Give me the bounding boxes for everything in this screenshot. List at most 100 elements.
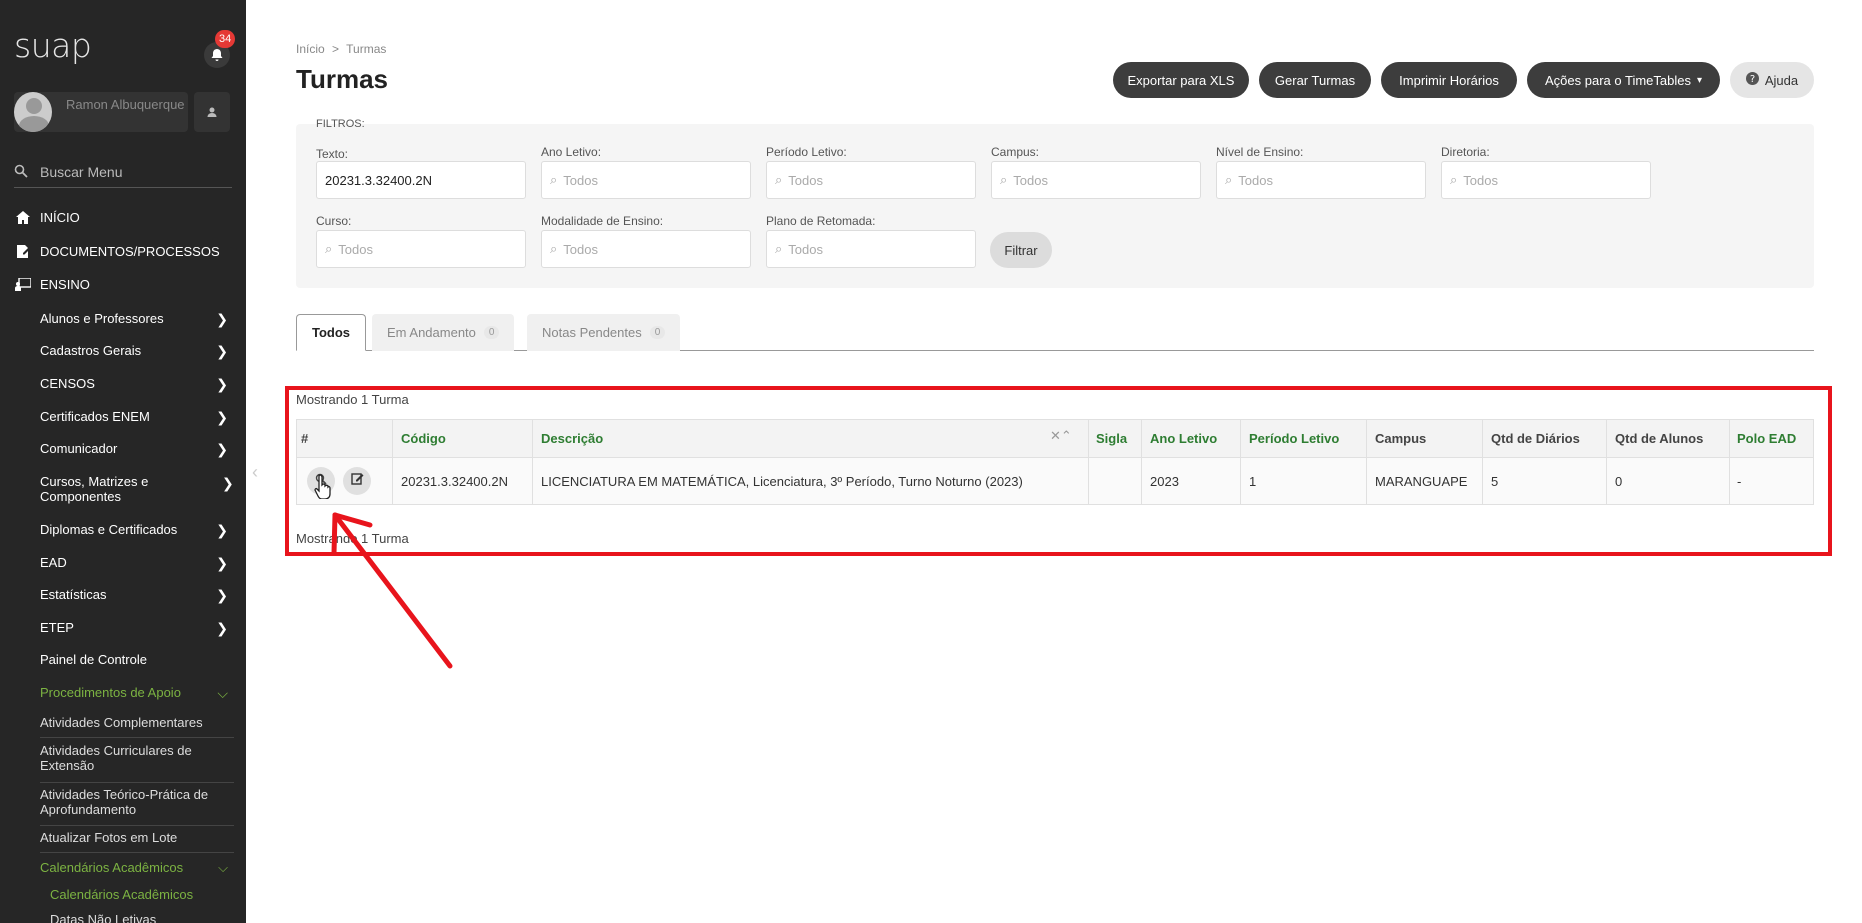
search-icon: ⌕ (775, 172, 783, 187)
curso-select[interactable]: ⌕ Todos (316, 230, 526, 268)
search-placeholder: Buscar Menu (40, 164, 123, 180)
sidebar-item-label: Diplomas e Certificados (40, 522, 178, 537)
chevron-right-icon: ❯ (216, 441, 228, 457)
chevron-down-icon: ⌵ (217, 685, 228, 701)
sidebar-item-label: Painel de Controle (40, 652, 147, 667)
campus-select[interactable]: ⌕ Todos (991, 161, 1201, 199)
curso-label: Curso: (316, 214, 352, 228)
plano-retomada-select[interactable]: ⌕ Todos (766, 230, 976, 268)
search-icon: ⌕ (550, 241, 558, 256)
sidebar-item-label: Cursos, Matrizes e Componentes (40, 474, 149, 504)
sidebar-item-comunicador[interactable]: Comunicador ❯ (40, 441, 234, 457)
menu-search-input[interactable]: Buscar Menu (14, 160, 232, 188)
gerar-turmas-button[interactable]: Gerar Turmas (1259, 62, 1371, 98)
user-icon[interactable] (194, 92, 230, 132)
acoes-timetables-label: Ações para o TimeTables (1545, 72, 1691, 88)
sidebar-item-label: Comunicador (40, 441, 118, 456)
acoes-timetables-button[interactable]: Ações para o TimeTables ▾ (1527, 62, 1720, 98)
question-icon: ? (1745, 72, 1759, 88)
page-title: Turmas (296, 64, 388, 94)
highlight-box (285, 386, 1832, 556)
periodo-letivo-select[interactable]: ⌕ Todos (766, 161, 976, 199)
tab-count: 0 (649, 326, 666, 339)
ano-letivo-select[interactable]: ⌕ Todos (541, 161, 751, 199)
sidebar-item-label: Cadastros Gerais (40, 343, 142, 358)
texto-value: 20231.3.32400.2N (325, 172, 432, 188)
modalidade-label: Modalidade de Ensino: (541, 214, 664, 228)
help-button[interactable]: ? Ajuda (1730, 62, 1814, 98)
tab-label: Todos (312, 325, 351, 340)
diretoria-select[interactable]: ⌕ Todos (1441, 161, 1651, 199)
nav-inicio[interactable]: INÍCIO (14, 210, 80, 225)
collapse-sidebar-icon[interactable]: ‹ (252, 462, 258, 483)
sidebar: suap 34 Ramon Albuquerque Buscar Menu IN… (0, 0, 246, 923)
chevron-right-icon: ❯ (216, 522, 228, 538)
sidebar-item-certificados-enem[interactable]: Certificados ENEM ❯ (40, 409, 234, 425)
breadcrumb-separator: > (332, 42, 340, 56)
nav-ensino-label: ENSINO (40, 277, 90, 292)
breadcrumb-home[interactable]: Início (296, 42, 325, 56)
sidebar-item-painel[interactable]: Painel de Controle (40, 652, 234, 667)
sidebar-item-censos[interactable]: CENSOS ❯ (40, 376, 234, 392)
tab-notas-pendentes[interactable]: Notas Pendentes 0 (527, 314, 681, 351)
sidebar-item-ead[interactable]: EAD ❯ (40, 555, 234, 571)
sidebar-item-label: Alunos e Professores (40, 311, 164, 326)
tab-todos[interactable]: Todos (296, 314, 367, 351)
sidebar-item-label: Procedimentos de Apoio (40, 685, 181, 700)
sidebar-item-procedimentos[interactable]: Procedimentos de Apoio ⌵ (40, 685, 234, 701)
texto-label: Texto: (316, 147, 349, 161)
user-name: Ramon Albuquerque (66, 97, 185, 112)
modalidade-select[interactable]: ⌕ Todos (541, 230, 751, 268)
diretoria-placeholder: Todos (1463, 172, 1498, 188)
sidebar-item-etep[interactable]: ETEP ❯ (40, 620, 234, 636)
plano-retomada-label: Plano de Retomada: (766, 214, 876, 228)
nav-documentos[interactable]: DOCUMENTOS/PROCESSOS (14, 244, 220, 259)
tab-em-andamento[interactable]: Em Andamento 0 (372, 314, 515, 351)
nav-ensino[interactable]: ENSINO (14, 277, 90, 292)
suap-logo[interactable]: suap (14, 26, 92, 65)
imprimir-horarios-button[interactable]: Imprimir Horários (1381, 62, 1517, 98)
sidebar-item-diplomas[interactable]: Diplomas e Certificados ❯ (40, 522, 234, 538)
chevron-down-icon: ⌵ (218, 860, 228, 875)
home-icon (14, 211, 32, 224)
periodo-letivo-placeholder: Todos (788, 172, 823, 188)
filters-title: FILTROS: (316, 118, 365, 130)
sidebar-item-label: Calendários Acadêmicos (40, 860, 184, 875)
search-icon: ⌕ (550, 172, 558, 187)
sidebar-item-label: EAD (40, 555, 67, 570)
sidebar-item-alunos[interactable]: Alunos e Professores ❯ (40, 311, 234, 327)
sidebar-item-cadastros[interactable]: Cadastros Gerais ❯ (40, 343, 234, 359)
chevron-right-icon: ❯ (222, 475, 234, 491)
texto-input[interactable]: 20231.3.32400.2N (316, 161, 526, 199)
filter-button[interactable]: Filtrar (990, 232, 1052, 268)
sidebar-item-estatisticas[interactable]: Estatísticas ❯ (40, 587, 234, 603)
chevron-right-icon: ❯ (216, 409, 228, 425)
tab-label: Notas Pendentes (542, 325, 642, 340)
sidebar-item-atividades-complementares[interactable]: Atividades Complementares (40, 715, 234, 730)
chevron-right-icon: ❯ (216, 555, 228, 571)
tabs-divider (296, 350, 1814, 351)
sidebar-item-datas-nao-letivas[interactable]: Datas Não Letivas (50, 912, 156, 923)
nivel-ensino-select[interactable]: ⌕ Todos (1216, 161, 1426, 199)
nav-inicio-label: INÍCIO (40, 210, 80, 225)
sidebar-item-cursos[interactable]: Cursos, Matrizes e Componentes (40, 474, 190, 504)
search-icon: ⌕ (775, 241, 783, 256)
sidebar-item-label: Certificados ENEM (40, 409, 150, 424)
chevron-right-icon: ❯ (216, 311, 228, 327)
chevron-right-icon: ❯ (216, 620, 228, 636)
sidebar-item-atividades-extensao[interactable]: Atividades Curriculares de Extensão (40, 743, 234, 773)
modalidade-placeholder: Todos (563, 241, 598, 257)
sidebar-item-atividades-teorico[interactable]: Atividades Teórico-Prática de Aprofundam… (40, 787, 234, 817)
sidebar-item-atualizar-fotos[interactable]: Atualizar Fotos em Lote (40, 830, 234, 845)
chevron-right-icon: ❯ (216, 587, 228, 603)
plano-retomada-placeholder: Todos (788, 241, 823, 257)
search-icon: ⌕ (1000, 172, 1008, 187)
annotation-arrow (331, 512, 453, 669)
sidebar-item-calendarios-academicos[interactable]: Calendários Acadêmicos (50, 887, 193, 902)
breadcrumb-current: Turmas (346, 42, 387, 56)
export-xls-button[interactable]: Exportar para XLS (1113, 62, 1249, 98)
campus-placeholder: Todos (1013, 172, 1048, 188)
tab-count: 0 (483, 326, 500, 339)
sidebar-item-calendarios[interactable]: Calendários Acadêmicos ⌵ (40, 860, 234, 875)
chevron-right-icon: ❯ (216, 376, 228, 392)
